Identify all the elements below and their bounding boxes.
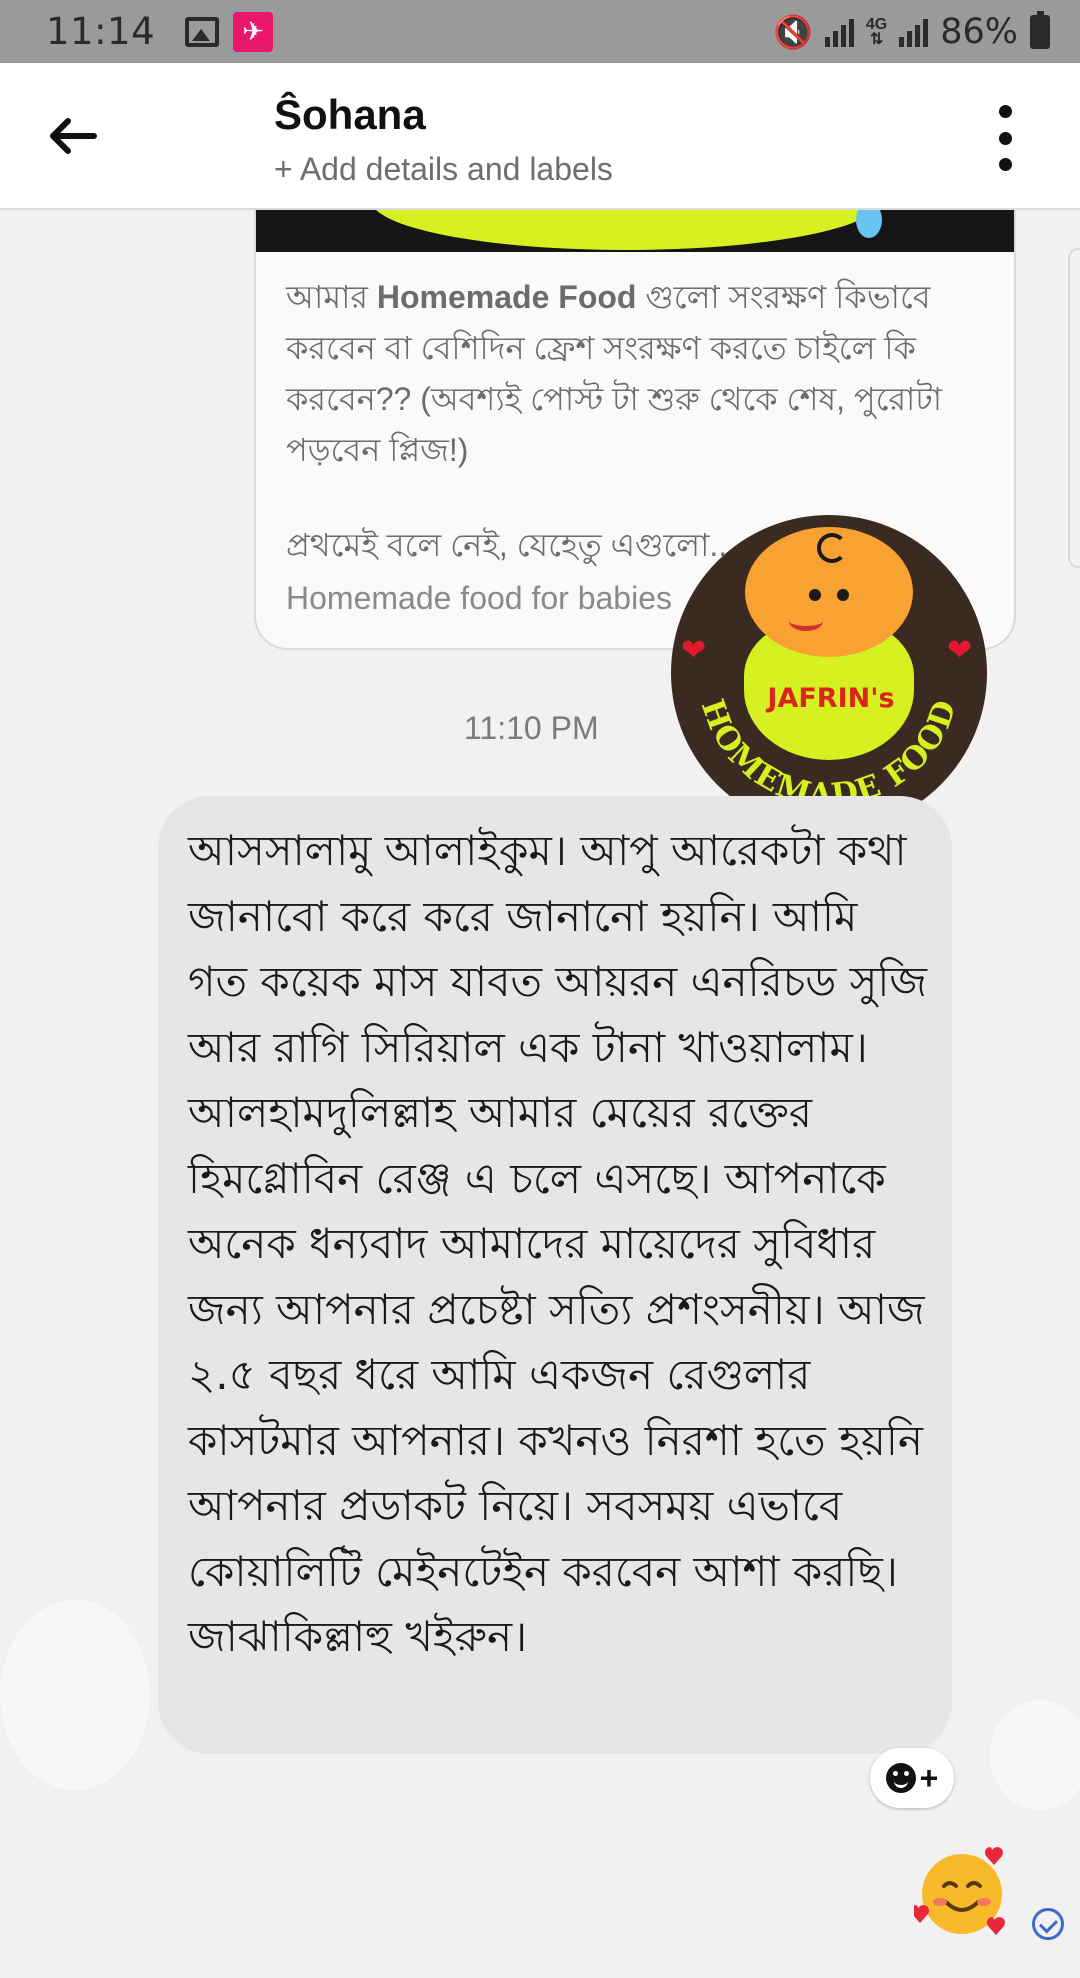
- post-text-bold: Homemade Food: [376, 279, 637, 315]
- post-caption: Homemade food for babies: [286, 580, 672, 616]
- jafrins-homemade-food-logo: JAFRIN's ❤ ❤ HOMEMADE FOOD: [671, 515, 987, 831]
- status-bar: 11:14 ✈ 🔇 4G ⇅ 86%: [0, 0, 1080, 63]
- smiley-icon: [885, 1763, 916, 1793]
- add-reaction-button[interactable]: +: [870, 1748, 954, 1808]
- network-label: 4G: [865, 15, 888, 33]
- app-notification-icon: ✈: [233, 11, 274, 52]
- dot-icon: [998, 131, 1012, 145]
- battery-percent: 86%: [940, 11, 1018, 52]
- smiling-face-with-hearts-icon: [911, 1847, 1005, 1935]
- post-image: [256, 210, 1014, 252]
- signal-icon: [824, 17, 854, 47]
- back-button[interactable]: [44, 111, 100, 161]
- back-arrow-icon: [50, 118, 97, 154]
- dot-icon: [998, 158, 1012, 171]
- dot-icon: [998, 105, 1012, 118]
- message-timestamp: 11:10 PM: [464, 710, 599, 746]
- adjacent-card-edge: [1068, 248, 1080, 568]
- post-image-drop: [856, 210, 882, 238]
- mute-icon: 🔇: [773, 13, 813, 50]
- sent-emoji-message[interactable]: [911, 1842, 1014, 1942]
- logo-arc-text: HOMEMADE FOOD: [694, 695, 963, 814]
- plus-icon: +: [919, 1759, 939, 1796]
- more-options-button[interactable]: [990, 105, 1020, 171]
- redaction-blot: [990, 1700, 1080, 1810]
- contact-name[interactable]: Ŝohana: [274, 91, 426, 139]
- message-text: আসসালামু আলাইকুম। আপু আরেকটা কথা জানাবো …: [188, 826, 927, 1661]
- signal-icon-2: [899, 17, 929, 47]
- status-time: 11:14: [46, 10, 156, 53]
- post-text-prefix: আমার: [286, 279, 377, 315]
- received-message-bubble[interactable]: আসসালামু আলাইকুম। আপু আরেকটা কথা জানাবো …: [158, 796, 952, 1754]
- redaction-blot: [0, 1600, 150, 1790]
- battery-icon: [1030, 10, 1050, 49]
- post-text: আমার Homemade Food গুলো সংরক্ষণ কিভাবে ক…: [286, 272, 1006, 476]
- network-type: 4G ⇅: [865, 15, 888, 48]
- conversation-header: Ŝohana + Add details and labels: [0, 63, 1080, 210]
- post-image-shape: [371, 210, 881, 250]
- seen-check-icon: [1032, 1908, 1064, 1940]
- status-right: 🔇 4G ⇅ 86%: [773, 10, 1050, 52]
- gallery-notification-icon: [185, 16, 220, 47]
- add-details-link[interactable]: + Add details and labels: [274, 151, 613, 188]
